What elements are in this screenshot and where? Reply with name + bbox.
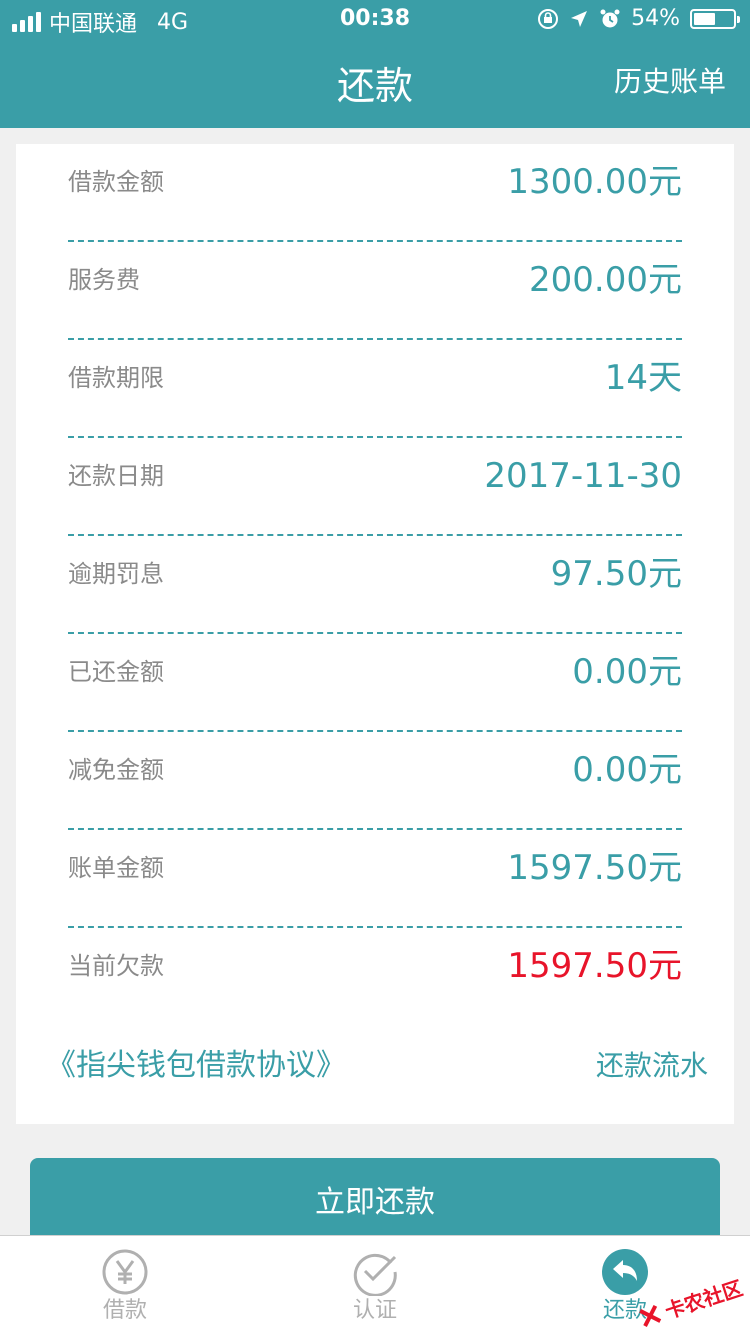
detail-row-current-debt: 当前欠款 1597.50元 bbox=[68, 928, 682, 1026]
detail-label: 当前欠款 bbox=[68, 952, 164, 980]
detail-value: 1300.00元 bbox=[507, 162, 682, 202]
bill-detail-card: 借款金额 1300.00元 服务费 200.00元 借款期限 14天 还款日期 … bbox=[16, 144, 734, 1124]
return-arrow-icon bbox=[602, 1249, 648, 1295]
detail-label: 还款日期 bbox=[68, 462, 164, 490]
detail-row-repaid-amount: 已还金额 0.00元 bbox=[68, 634, 682, 732]
detail-label: 减免金额 bbox=[68, 756, 164, 784]
detail-value: 14天 bbox=[604, 358, 682, 398]
location-icon bbox=[571, 10, 588, 27]
battery-level bbox=[694, 12, 715, 25]
current-debt-value: 1597.50元 bbox=[507, 946, 682, 986]
detail-value: 97.50元 bbox=[550, 554, 682, 594]
yen-icon bbox=[102, 1249, 148, 1295]
detail-value: 200.00元 bbox=[529, 260, 682, 300]
detail-row-service-fee: 服务费 200.00元 bbox=[68, 242, 682, 340]
check-circle-icon bbox=[353, 1253, 397, 1296]
tab-verify[interactable]: 认证 bbox=[300, 1248, 450, 1332]
status-right: 54% bbox=[537, 6, 740, 31]
status-bar: 中国联通 4G 00:38 54% bbox=[0, 0, 750, 40]
detail-value: 2017-11-30 bbox=[484, 456, 682, 496]
detail-row-loan-term: 借款期限 14天 bbox=[68, 340, 682, 438]
detail-value: 0.00元 bbox=[572, 750, 682, 790]
alarm-icon bbox=[600, 9, 620, 27]
detail-value: 1597.50元 bbox=[507, 848, 682, 888]
bottom-tab-bar: 借款 认证 还款 卡农社区 bbox=[0, 1235, 750, 1335]
battery-percent: 54% bbox=[631, 6, 680, 31]
detail-label: 借款金额 bbox=[68, 168, 164, 196]
tab-label: 认证 bbox=[352, 1298, 397, 1323]
history-bill-link[interactable]: 历史账单 bbox=[614, 62, 726, 102]
app-header: 中国联通 4G 00:38 54% 还款 历史账单 bbox=[0, 0, 750, 128]
tab-loan[interactable]: 借款 bbox=[50, 1248, 200, 1332]
repayment-flow-link[interactable]: 还款流水 bbox=[596, 1042, 708, 1090]
rotation-lock-icon bbox=[538, 8, 559, 29]
detail-label: 服务费 bbox=[68, 266, 140, 294]
loan-agreement-link[interactable]: 《指尖钱包借款协议》 bbox=[46, 1042, 346, 1090]
detail-label: 已还金额 bbox=[68, 658, 164, 686]
detail-value: 0.00元 bbox=[572, 652, 682, 692]
detail-label: 借款期限 bbox=[68, 364, 164, 392]
detail-row-due-date: 还款日期 2017-11-30 bbox=[68, 438, 682, 536]
detail-row-bill-amount: 账单金额 1597.50元 bbox=[68, 830, 682, 928]
detail-label: 逾期罚息 bbox=[68, 560, 164, 588]
detail-row-overdue-interest: 逾期罚息 97.50元 bbox=[68, 536, 682, 634]
detail-row-waived-amount: 减免金额 0.00元 bbox=[68, 732, 682, 830]
tab-label: 借款 bbox=[102, 1298, 147, 1323]
detail-label: 账单金额 bbox=[68, 854, 164, 882]
battery-icon bbox=[690, 8, 740, 29]
detail-row-loan-amount: 借款金额 1300.00元 bbox=[68, 144, 682, 242]
